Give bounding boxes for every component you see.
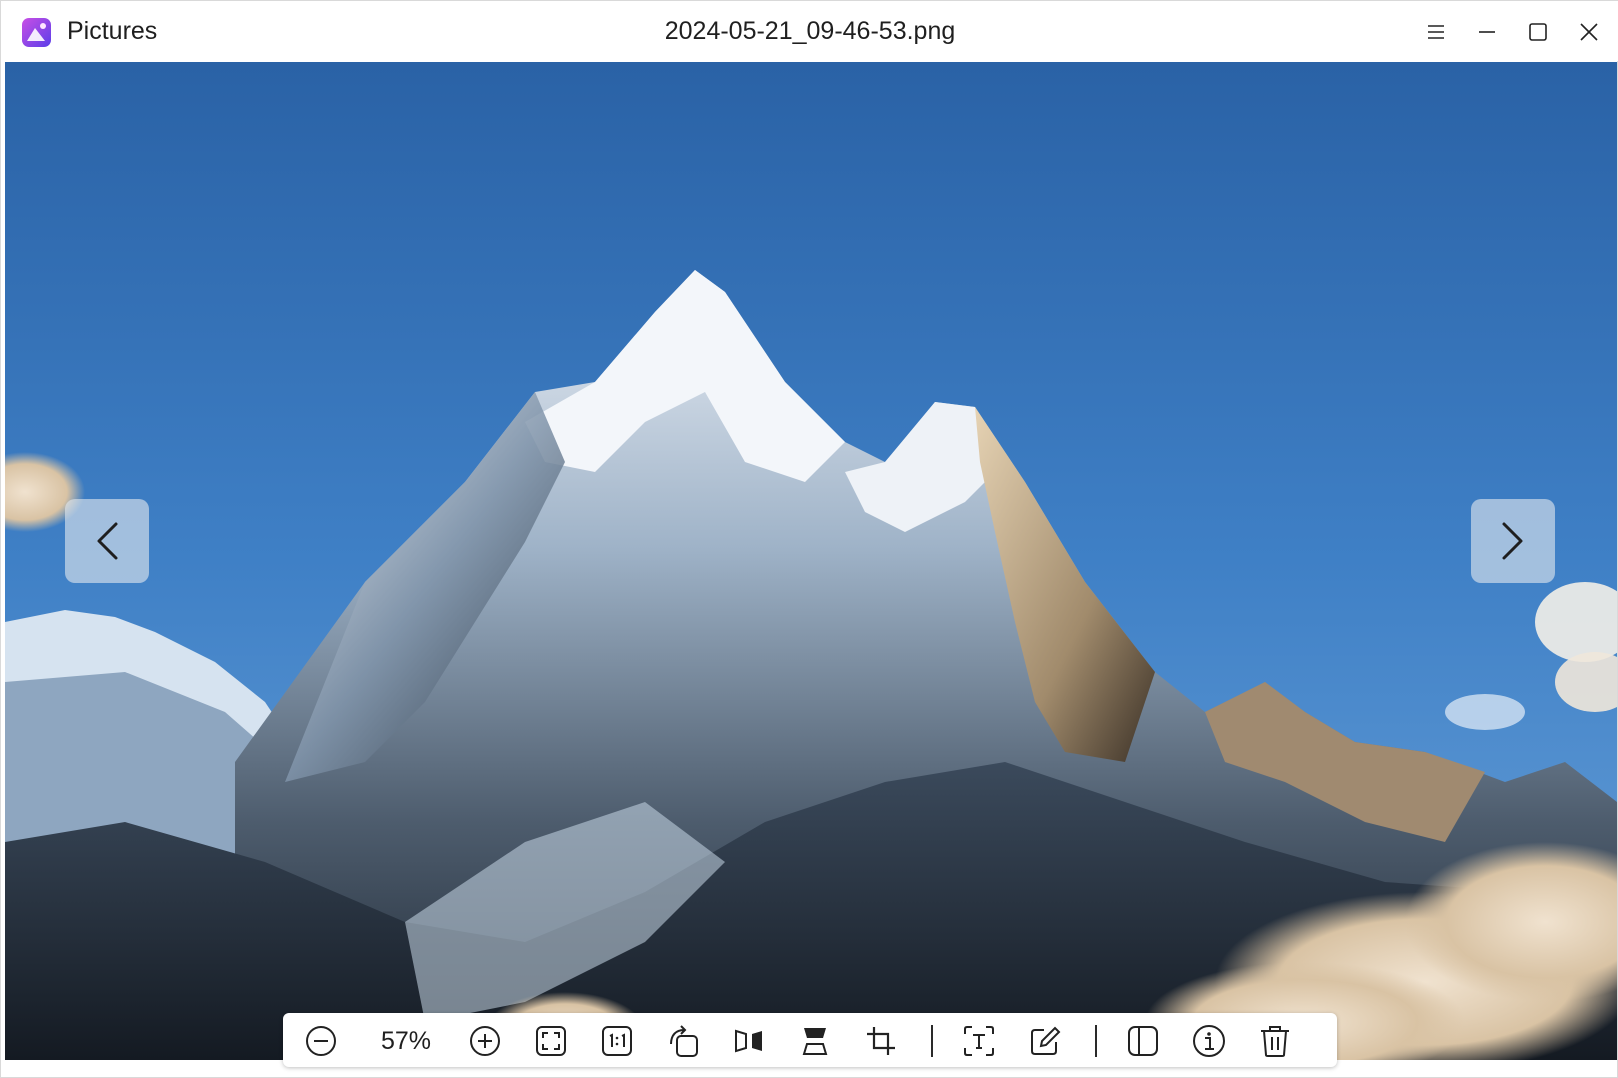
flip-vertical-button[interactable] xyxy=(797,1023,833,1059)
zoom-level: 57% xyxy=(380,1027,432,1055)
chevron-left-icon xyxy=(94,521,120,561)
text-recognition-button[interactable] xyxy=(961,1023,997,1059)
previous-image-button[interactable] xyxy=(65,499,149,583)
rotate-button[interactable] xyxy=(665,1023,701,1059)
menu-button[interactable] xyxy=(1419,15,1453,49)
chevron-right-icon xyxy=(1500,521,1526,561)
next-image-button[interactable] xyxy=(1471,499,1555,583)
flip-vertical-icon xyxy=(799,1025,831,1057)
delete-button[interactable] xyxy=(1257,1023,1293,1059)
zoom-in-button[interactable] xyxy=(467,1023,503,1059)
actual-size-button[interactable] xyxy=(599,1023,635,1059)
rotate-icon xyxy=(666,1024,700,1058)
app-name: Pictures xyxy=(67,17,158,45)
fit-to-window-button[interactable] xyxy=(533,1023,569,1059)
side-panel-icon xyxy=(1127,1025,1159,1057)
fit-to-window-icon xyxy=(535,1025,567,1057)
maximize-button[interactable] xyxy=(1521,15,1555,49)
maximize-icon xyxy=(1529,23,1547,41)
mountain-photo xyxy=(5,62,1617,1060)
zoom-in-icon xyxy=(469,1025,501,1057)
window-title: 2024-05-21_09-46-53.png xyxy=(664,17,956,45)
flip-horizontal-icon xyxy=(733,1025,765,1057)
close-button[interactable] xyxy=(1572,15,1606,49)
menu-icon xyxy=(1427,24,1445,40)
minimize-button[interactable] xyxy=(1470,15,1504,49)
flip-horizontal-button[interactable] xyxy=(731,1023,767,1059)
title-bar: Pictures 2024-05-21_09-46-53.png xyxy=(1,1,1618,61)
image-viewer xyxy=(5,62,1617,1060)
minimize-icon xyxy=(1478,30,1496,34)
toolbar-divider xyxy=(931,1025,933,1057)
close-icon xyxy=(1580,23,1598,41)
edit-icon xyxy=(1029,1025,1061,1057)
delete-icon xyxy=(1259,1024,1291,1058)
info-icon xyxy=(1192,1024,1226,1058)
bottom-toolbar: 57% xyxy=(283,1013,1337,1067)
actual-size-icon xyxy=(601,1025,633,1057)
pictures-window: Pictures 2024-05-21_09-46-53.png 57% xyxy=(0,0,1618,1078)
zoom-out-icon xyxy=(305,1025,337,1057)
toolbar-divider xyxy=(1095,1025,1097,1057)
side-panel-button[interactable] xyxy=(1125,1023,1161,1059)
zoom-out-button[interactable] xyxy=(303,1023,339,1059)
crop-button[interactable] xyxy=(863,1023,899,1059)
pictures-app-icon xyxy=(21,17,52,48)
info-button[interactable] xyxy=(1191,1023,1227,1059)
text-recognition-icon xyxy=(963,1025,995,1057)
crop-icon xyxy=(865,1025,897,1057)
edit-button[interactable] xyxy=(1027,1023,1063,1059)
